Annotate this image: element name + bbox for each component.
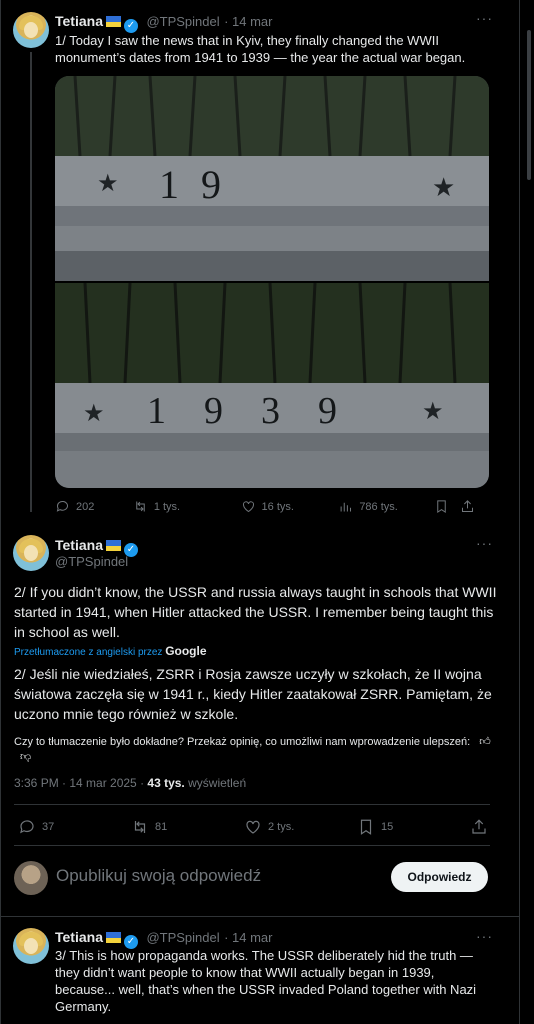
translation-feedback: Czy to tłumaczenie było dokładne? Przeka… xyxy=(14,735,494,765)
author-handle[interactable]: @TPSpindel xyxy=(146,14,219,29)
tweet-actions: 37 81 2 tys. 15 xyxy=(18,818,488,836)
repost-count: 1 tys. xyxy=(153,500,181,513)
heart-icon xyxy=(246,820,260,834)
thumbs-down-icon[interactable]: 👎︎ xyxy=(20,751,31,763)
tweet-text: 2/ If you didn’t know, the USSR and russ… xyxy=(14,584,497,640)
tweet-actions: 202 1 tys. 16 tys. 786 tys. xyxy=(55,499,475,514)
tweet-header: Tetiana ✓ @TPSpindel · 14 mar xyxy=(55,13,273,33)
svg-text:★: ★ xyxy=(422,397,444,425)
tweet-header: Tetiana ✓ @TPSpindel · 14 mar xyxy=(55,929,273,949)
views-label: wyświetleń xyxy=(188,776,247,790)
tweet-text: 3/ This is how propaganda works. The USS… xyxy=(55,948,477,1014)
monument-digits-top: 19 xyxy=(159,162,243,207)
author-name[interactable]: Tetiana xyxy=(55,537,103,553)
avatar[interactable] xyxy=(13,12,49,48)
reply-icon xyxy=(56,501,68,512)
reply-icon xyxy=(20,820,34,834)
author-name[interactable]: Tetiana xyxy=(55,13,103,29)
reply-count: 37 xyxy=(42,821,55,833)
bookmark-button[interactable]: 15 xyxy=(357,818,470,836)
tweet-date[interactable]: 14 mar xyxy=(232,14,272,29)
like-count: 2 tys. xyxy=(268,821,295,833)
divider xyxy=(1,916,519,917)
bookmark-icon xyxy=(360,819,372,835)
author-name[interactable]: Tetiana xyxy=(55,929,103,945)
monument-photo-1941[interactable]: ★ ★ 19 xyxy=(55,76,489,281)
divider xyxy=(14,804,490,805)
repost-button[interactable]: 81 xyxy=(131,818,244,836)
feedback-text: Czy to tłumaczenie było dokładne? Przeka… xyxy=(14,736,471,748)
like-count: 16 tys. xyxy=(261,500,294,513)
repost-icon xyxy=(134,821,146,833)
avatar[interactable] xyxy=(13,535,49,571)
bookmark-button[interactable] xyxy=(434,499,460,514)
author-handle[interactable]: @TPSpindel xyxy=(55,554,128,569)
author-handle[interactable]: @TPSpindel xyxy=(146,930,219,945)
scrollbar[interactable] xyxy=(527,30,531,180)
svg-text:★: ★ xyxy=(432,173,455,203)
bookmark-count: 15 xyxy=(381,821,394,833)
views-count: 43 tys. xyxy=(147,776,185,790)
monument-photo-1939[interactable]: ★ ★ 1939 xyxy=(55,283,489,488)
svg-text:★: ★ xyxy=(97,169,119,197)
svg-text:★: ★ xyxy=(83,399,105,427)
translated-text: 2/ Jeśli nie wiedziałeś, ZSRR i Rosja za… xyxy=(14,666,492,722)
views-icon xyxy=(340,502,352,512)
tweet-text: 1/ Today I saw the news that in Kyiv, th… xyxy=(55,33,466,65)
bookmark-icon xyxy=(437,500,446,514)
tweet-date[interactable]: 14 mar xyxy=(232,930,272,945)
verified-badge-icon: ✓ xyxy=(123,19,138,33)
ukraine-flag-icon xyxy=(105,16,121,27)
translated-by-label: Przetłumaczone z angielski przez xyxy=(14,647,163,658)
reply-submit-button[interactable]: Odpowiedz xyxy=(391,862,488,892)
share-icon xyxy=(462,500,474,512)
column-border-left xyxy=(0,0,1,1024)
avatar[interactable] xyxy=(13,928,49,964)
reply-button[interactable]: 37 xyxy=(18,818,131,836)
column-border-right xyxy=(519,0,520,1024)
more-options-icon[interactable]: ··· xyxy=(476,928,493,944)
current-user-avatar[interactable] xyxy=(14,861,48,895)
ukraine-flag-icon xyxy=(105,540,121,551)
repost-icon xyxy=(136,501,145,512)
more-options-icon[interactable]: ··· xyxy=(476,10,493,26)
thumbs-up-icon[interactable]: 👍︎ xyxy=(479,736,491,748)
heart-icon xyxy=(242,501,254,513)
views-button[interactable]: 786 tys. xyxy=(338,499,434,514)
like-button[interactable]: 16 tys. xyxy=(241,499,339,514)
google-logo: Google xyxy=(165,644,207,658)
repost-count: 81 xyxy=(155,821,168,833)
monument-digits-bottom: 1939 xyxy=(147,390,375,432)
share-button[interactable] xyxy=(470,818,488,836)
reply-count: 202 xyxy=(76,500,95,513)
translation-source[interactable]: Przetłumaczone z angielski przez Google xyxy=(14,644,207,658)
reply-input[interactable]: Opublikuj swoją odpowiedź xyxy=(56,866,261,886)
more-options-icon[interactable]: ··· xyxy=(476,535,493,551)
views-count: 786 tys. xyxy=(359,500,398,513)
tweet-timestamp[interactable]: 3:36 PM · 14 mar 2025 · xyxy=(14,776,144,790)
ukraine-flag-icon xyxy=(105,932,121,943)
divider xyxy=(14,845,490,846)
tweet-meta: 3:36 PM · 14 mar 2025 · 43 tys. wyświetl… xyxy=(14,776,246,790)
reply-button[interactable]: 202 xyxy=(55,499,133,514)
share-icon xyxy=(472,819,486,834)
like-button[interactable]: 2 tys. xyxy=(244,818,357,836)
share-button[interactable] xyxy=(460,499,475,514)
repost-button[interactable]: 1 tys. xyxy=(133,499,241,514)
thread-line xyxy=(30,52,32,512)
